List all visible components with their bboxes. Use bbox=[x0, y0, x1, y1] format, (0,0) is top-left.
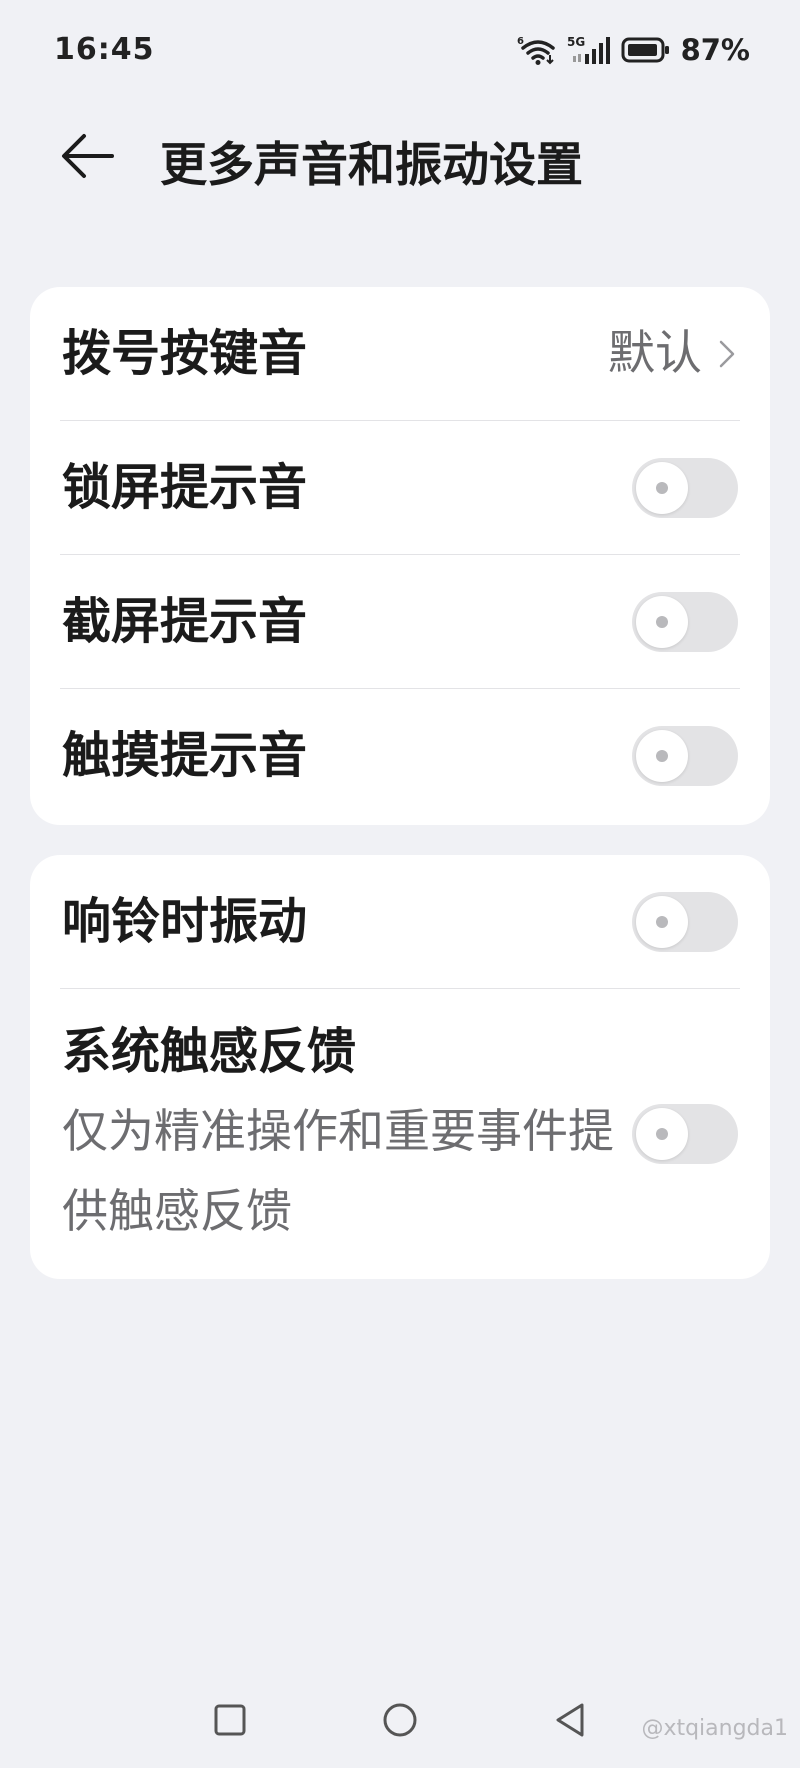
screenshot-sound-toggle[interactable] bbox=[632, 592, 738, 652]
toggle-knob bbox=[636, 896, 688, 948]
row-label: 系统触感反馈 bbox=[62, 1023, 357, 1080]
lock-screen-sound-row: 锁屏提示音 bbox=[30, 421, 770, 555]
recent-apps-button[interactable] bbox=[200, 1690, 260, 1750]
system-haptics-toggle[interactable] bbox=[632, 1104, 738, 1164]
row-label: 锁屏提示音 bbox=[62, 459, 308, 516]
vibrate-on-ring-row: 响铃时振动 bbox=[30, 855, 770, 989]
toggle-knob bbox=[636, 1108, 688, 1160]
signal-icon: 5G bbox=[567, 34, 613, 66]
wifi-icon: 6 bbox=[517, 34, 559, 66]
circle-icon bbox=[383, 1703, 417, 1737]
touch-sound-row: 触摸提示音 bbox=[30, 689, 770, 823]
home-button[interactable] bbox=[370, 1690, 430, 1750]
row-value: 默认 bbox=[608, 326, 702, 381]
triangle-back-icon bbox=[556, 1703, 584, 1737]
vibrate-on-ring-toggle[interactable] bbox=[632, 892, 738, 952]
wifi-badge: 6 bbox=[517, 36, 524, 47]
header: 更多声音和振动设置 bbox=[0, 110, 800, 200]
network-label: 5G bbox=[567, 35, 585, 49]
lock-screen-sound-toggle[interactable] bbox=[632, 458, 738, 518]
watermark: @xtqiangda1 bbox=[641, 1716, 788, 1741]
sound-settings-card: 拨号按键音 默认 锁屏提示音 截屏提示音 触摸提示音 bbox=[30, 287, 770, 825]
battery-icon bbox=[621, 36, 671, 64]
nav-back-button[interactable] bbox=[540, 1690, 600, 1750]
touch-sound-toggle[interactable] bbox=[632, 726, 738, 786]
row-label: 响铃时振动 bbox=[62, 893, 308, 950]
system-haptics-row: 系统触感反馈 仅为精准操作和重要事件提供触感反馈 bbox=[30, 989, 770, 1279]
chevron-right-icon bbox=[719, 340, 735, 368]
square-icon bbox=[214, 1704, 246, 1736]
arrow-left-icon bbox=[62, 134, 114, 178]
back-button[interactable] bbox=[56, 128, 120, 184]
row-label: 截屏提示音 bbox=[62, 593, 308, 650]
page-title: 更多声音和振动设置 bbox=[160, 138, 583, 193]
vibration-settings-card: 响铃时振动 系统触感反馈 仅为精准操作和重要事件提供触感反馈 bbox=[30, 855, 770, 1279]
row-label: 触摸提示音 bbox=[62, 727, 308, 784]
row-subtitle: 仅为精准操作和重要事件提供触感反馈 bbox=[62, 1104, 614, 1238]
toggle-knob bbox=[636, 596, 688, 648]
screenshot-sound-row: 截屏提示音 bbox=[30, 555, 770, 689]
battery-percent: 87% bbox=[680, 33, 750, 67]
toggle-knob bbox=[636, 730, 688, 782]
status-time: 16:45 bbox=[54, 32, 155, 67]
dial-pad-tone-row[interactable]: 拨号按键音 默认 bbox=[30, 287, 770, 421]
status-bar: 16:45 6 5G 87% bbox=[0, 0, 800, 100]
toggle-knob bbox=[636, 462, 688, 514]
status-icons: 6 5G 87% bbox=[517, 32, 750, 68]
row-label: 拨号按键音 bbox=[62, 325, 308, 382]
